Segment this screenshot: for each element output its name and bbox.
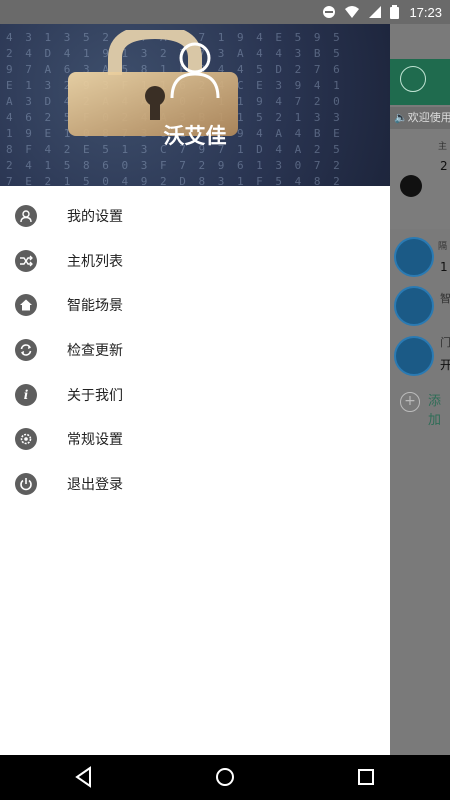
background-label: 门	[440, 336, 450, 349]
menu-item-smart-scene[interactable]: 智能场景	[0, 283, 390, 328]
back-icon	[400, 66, 426, 92]
do-not-disturb-icon	[322, 5, 336, 19]
add-icon: +	[400, 392, 420, 412]
menu-item-host-list[interactable]: 主机列表	[0, 239, 390, 284]
door-icon	[394, 336, 434, 376]
settings-icon	[15, 428, 37, 451]
status-time: 17:23	[409, 4, 442, 20]
menu-item-my-settings[interactable]: 我的设置	[0, 194, 390, 239]
menu-item-label: 主机列表	[67, 253, 123, 270]
sensor-icon	[394, 286, 434, 326]
background-app: 🔈欢迎使用 主 2 隔 1 智 门 开 + 添加	[390, 24, 450, 755]
wifi-icon	[344, 5, 360, 19]
menu-item-label: 智能场景	[67, 298, 123, 315]
home-circle-icon[interactable]	[214, 766, 236, 788]
menu-item-label: 检查更新	[67, 343, 123, 360]
back-triangle-icon[interactable]	[74, 766, 94, 788]
username: 沃艾佳	[163, 124, 227, 148]
device-dot-icon	[400, 175, 422, 197]
user-icon	[15, 205, 37, 228]
drawer-menu: 我的设置 主机列表 智能场景 检查更新 i 关于我们 常规设置 退出登录	[0, 186, 390, 506]
menu-item-label: 常规设置	[67, 432, 123, 449]
system-navigation-bar	[0, 755, 450, 800]
refresh-icon	[15, 339, 37, 362]
background-label: 隔	[438, 242, 448, 252]
add-device-text: 添加	[428, 394, 442, 428]
background-label: 主	[438, 142, 448, 152]
camera-icon	[394, 237, 434, 277]
menu-item-about-us[interactable]: i 关于我们	[0, 372, 390, 417]
battery-icon	[390, 5, 400, 19]
menu-item-label: 关于我们	[67, 387, 123, 404]
menu-item-label: 我的设置	[67, 209, 123, 226]
status-bar: 17:23	[0, 0, 450, 24]
menu-item-check-update[interactable]: 检查更新	[0, 328, 390, 373]
info-icon: i	[15, 383, 37, 406]
menu-item-label: 退出登录	[67, 476, 123, 493]
navigation-drawer: 4 3 1 3 5 2 7 7 A 2 7 1 9 4 E 5 9 5 2 4 …	[0, 24, 390, 755]
welcome-text: 欢迎使用	[407, 111, 450, 124]
welcome-banner: 🔈欢迎使用	[390, 107, 450, 129]
background-card: 主 2	[390, 129, 450, 229]
shuffle-icon	[15, 249, 37, 272]
home-icon	[15, 294, 37, 317]
background-value: 1	[440, 260, 448, 274]
speaker-icon: 🔈	[394, 111, 408, 124]
background-value: 2	[440, 159, 448, 173]
background-value: 开	[440, 358, 450, 372]
signal-icon	[368, 5, 382, 19]
user-avatar-icon	[170, 42, 220, 99]
background-label: 智	[440, 292, 450, 305]
recents-square-icon[interactable]	[356, 766, 376, 788]
menu-item-general-settings[interactable]: 常规设置	[0, 417, 390, 462]
menu-item-logout[interactable]: 退出登录	[0, 462, 390, 507]
power-icon	[15, 472, 37, 495]
background-app-header	[390, 59, 450, 105]
drawer-header: 4 3 1 3 5 2 7 7 A 2 7 1 9 4 E 5 9 5 2 4 …	[0, 24, 390, 186]
